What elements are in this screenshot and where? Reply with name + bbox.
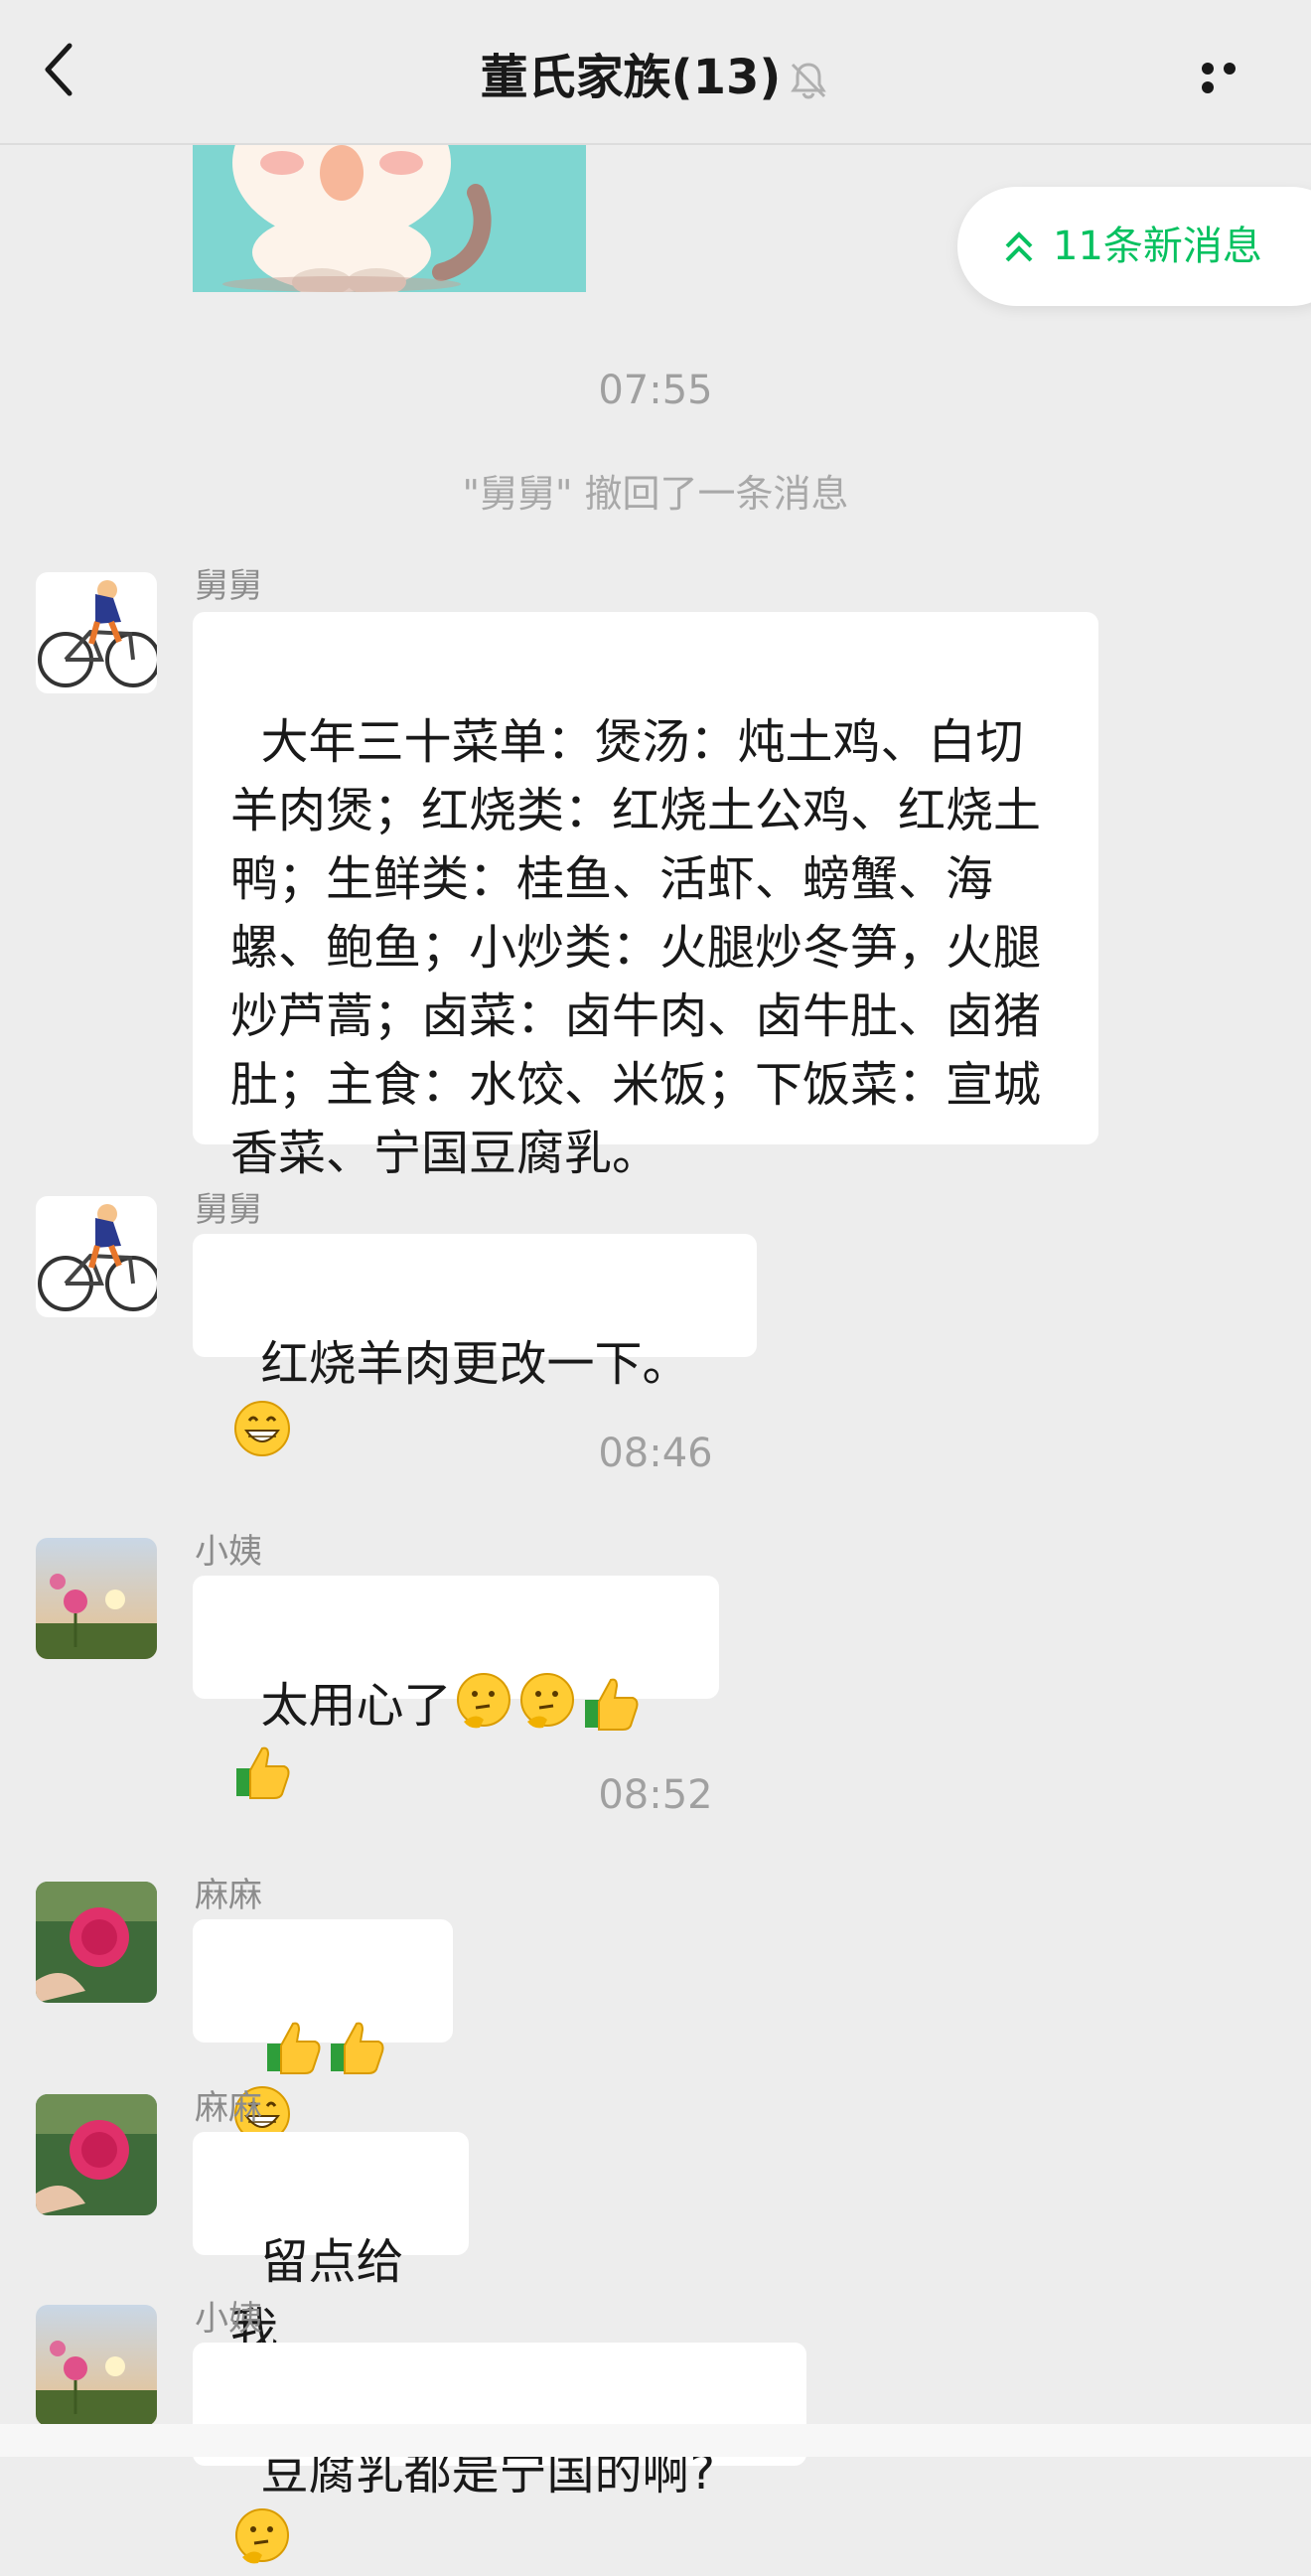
message-text: 大年三十菜单：煲汤：炖土鸡、白切羊肉煲；红烧类：红烧土公鸡、红烧土鸭；生鲜类：桂… (230, 714, 1042, 1181)
new-messages-button[interactable]: 11条新消息 (957, 187, 1311, 306)
more-dot (1224, 63, 1236, 75)
recall-notice: "舅舅" 撤回了一条消息 (462, 472, 849, 516)
avatar-flower-sunset[interactable] (36, 1538, 157, 1659)
sender-name: 麻麻 (195, 2088, 262, 2128)
avatar-cyclist[interactable] (36, 572, 157, 693)
thumbs-up-emoji (584, 1678, 639, 1731)
sender-name: 小姨 (195, 2299, 262, 2339)
cyclist-avatar (36, 1196, 157, 1317)
message-text: 红烧羊肉更改一下。 (260, 1336, 690, 1392)
more-dots-icon (1202, 63, 1214, 75)
cyclist-avatar (36, 572, 157, 693)
chat-header: 董氏家族(13) (0, 0, 1311, 145)
sender-name: 小姨 (195, 1532, 262, 1572)
chat-title-wrap: 董氏家族(13) (0, 42, 1311, 113)
more-options-button[interactable] (1202, 60, 1261, 99)
sender-name: 麻麻 (195, 1876, 262, 1915)
message-bubble[interactable]: 留点给我 (193, 2132, 469, 2358)
flower-sunset-avatar (36, 2305, 157, 2426)
sender-name: 舅舅 (195, 1190, 262, 1230)
rose-avatar (36, 2094, 157, 2215)
bell-muted-icon (791, 63, 827, 99)
timestamp: 08:52 (598, 1772, 713, 1818)
thumbs-up-emoji (266, 2022, 321, 2074)
thinking-emoji (519, 1673, 574, 1729)
thumbs-up-emoji (330, 2022, 384, 2074)
cartoon-cat-sticker (193, 143, 586, 292)
avatar-rose[interactable] (36, 2094, 157, 2215)
avatar-rose[interactable] (36, 1882, 157, 2003)
thinking-emoji (235, 2508, 289, 2564)
sticker-image[interactable] (193, 143, 586, 292)
more-dot (1202, 81, 1214, 93)
input-bar-edge (0, 2424, 1311, 2457)
flower-sunset-avatar (36, 1538, 157, 1659)
message-text: 太用心了 (260, 1678, 452, 1734)
chat-title: 董氏家族(13) (480, 50, 782, 105)
message-bubble[interactable]: 太用心了 (193, 1576, 719, 1799)
thinking-emoji (456, 1673, 510, 1729)
double-chevron-up-icon (1005, 231, 1033, 262)
message-bubble[interactable]: 大年三十菜单：煲汤：炖土鸡、白切羊肉煲；红烧类：红烧土公鸡、红烧土鸭；生鲜类：桂… (193, 612, 1098, 1181)
sender-name: 舅舅 (195, 566, 262, 606)
timestamp: 08:46 (598, 1431, 713, 1476)
message-bubble[interactable]: 红烧羊肉更改一下。 (193, 1234, 757, 1456)
avatar-flower-sunset[interactable] (36, 2305, 157, 2426)
new-messages-label: 11条新消息 (1053, 224, 1262, 269)
avatar-cyclist[interactable] (36, 1196, 157, 1317)
rose-avatar (36, 1882, 157, 2003)
timestamp: 07:55 (598, 368, 713, 413)
message-bubble[interactable] (193, 1919, 453, 2142)
